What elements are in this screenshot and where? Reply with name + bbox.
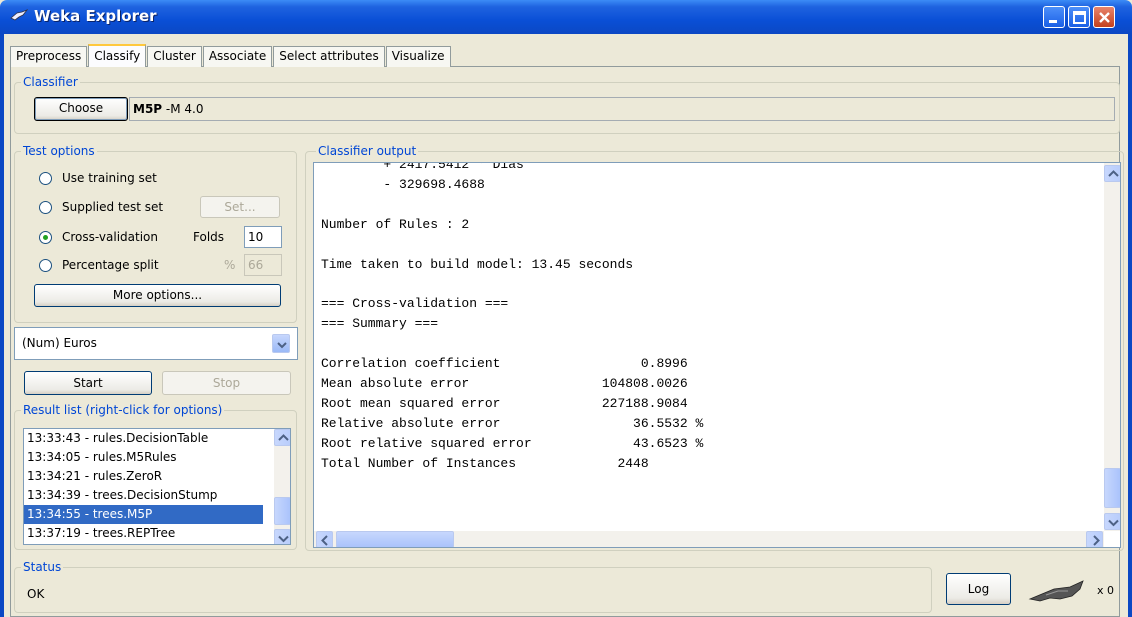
maximize-icon [1073,11,1086,24]
chevron-left-icon [321,535,328,546]
result-list[interactable]: 13:33:43 - rules.DecisionTable 13:34:05 … [23,428,291,545]
scroll-thumb[interactable] [274,497,290,525]
output-text: + 2417.5412 * Dias - 329698.4688 Number … [321,162,704,474]
class-attribute-value: (Num) Euros [22,336,97,350]
use-training-set-label: Use training set [62,171,157,185]
folds-input[interactable]: 10 [244,226,282,248]
percentage-split-label: Percentage split [62,258,159,272]
output-line: Mean absolute error 104808.0026 [321,375,688,391]
output-line: Number of Rules : 2 [321,216,470,232]
weka-bird-icon [10,9,28,21]
test-options-title: Test options [21,144,97,158]
scroll-thumb[interactable] [336,531,454,547]
radio-selected-dot [43,235,48,240]
chevron-up-icon [1108,170,1119,177]
stop-button[interactable]: Stop [162,371,291,395]
choose-button[interactable]: Choose [34,97,128,121]
dropdown-button[interactable] [272,334,290,353]
set-button[interactable]: Set... [200,196,280,218]
output-line: Time taken to build model: 13.45 seconds [321,256,634,272]
output-line: Relative absolute error 36.5532 % [321,415,704,431]
classifier-options: -M 4.0 [165,102,204,116]
chevron-right-icon [1093,535,1100,546]
chevron-down-icon [277,342,287,349]
close-button[interactable] [1093,6,1115,28]
output-line: === Cross-validation === [321,296,509,312]
minimize-button[interactable] [1043,6,1065,28]
tab-select-attributes[interactable]: Select attributes [273,46,385,67]
percent-input[interactable]: 66 [244,254,282,276]
percent-symbol: % [224,258,236,272]
output-line: - 329698.4688 [321,176,485,192]
chevron-down-icon [1108,519,1119,527]
minimize-icon [1049,20,1057,23]
class-attribute-select[interactable]: (Num) Euros [14,327,298,360]
folds-label: Folds [193,230,225,244]
scroll-thumb[interactable] [1104,468,1120,508]
window-title: Weka Explorer [34,7,157,25]
scroll-right-button[interactable] [1086,531,1103,547]
result-item[interactable]: 13:34:21 - rules.ZeroR [24,467,290,486]
tab-preprocess[interactable]: Preprocess [10,46,88,67]
task-count: x 0 [1097,584,1115,597]
start-button[interactable]: Start [24,371,152,395]
classifier-group-title: Classifier [21,75,80,89]
use-training-set-radio[interactable] [39,172,52,185]
output-line: Total Number of Instances 2448 [321,455,649,471]
more-options-button[interactable]: More options... [34,284,281,307]
output-vscrollbar[interactable] [1104,163,1120,531]
maximize-button[interactable] [1068,6,1090,28]
output-hscrollbar[interactable] [314,531,1104,547]
result-list-scrollbar[interactable] [274,429,290,544]
classifier-output-title: Classifier output [316,144,419,158]
tab-bar: Preprocess Classify Cluster Associate Se… [10,44,452,67]
result-list-title: Result list (right-click for options) [21,403,225,417]
output-line: Root mean squared error 227188.9084 [321,395,688,411]
output-line: Root relative squared error 43.6523 % [321,435,704,451]
log-button[interactable]: Log [946,573,1011,605]
result-item[interactable]: 13:37:19 - trees.REPTree [24,524,290,543]
result-item[interactable]: 13:34:39 - trees.DecisionStump [24,486,290,505]
scroll-left-button[interactable] [316,531,333,547]
scroll-down-button[interactable] [1104,513,1120,530]
status-text: OK [27,587,45,601]
status-title: Status [21,560,64,574]
classifier-spec-field[interactable]: M5P -M 4.0 [129,97,1115,121]
status-group: Status [14,560,932,613]
output-line: === Summary === [321,316,439,332]
supplied-test-set-label: Supplied test set [62,200,164,214]
scroll-up-button[interactable] [1104,165,1120,182]
chevron-up-icon [278,434,289,441]
tab-associate[interactable]: Associate [202,46,273,67]
result-item[interactable]: 13:33:43 - rules.DecisionTable [24,429,290,448]
result-item[interactable]: 13:34:05 - rules.M5Rules [24,448,290,467]
scroll-up-button[interactable] [274,429,290,446]
classifier-name: M5P [133,102,163,116]
percentage-split-radio[interactable] [39,259,52,272]
cross-validation-label: Cross-validation [62,230,158,244]
classifier-output-text[interactable]: + 2417.5412 * Dias - 329698.4688 Number … [313,162,1121,548]
chevron-down-icon [278,535,289,543]
cross-validation-radio[interactable] [39,231,52,244]
tab-classify[interactable]: Classify [88,44,147,67]
output-line: Correlation coefficient 0.8996 [321,356,688,372]
output-line: + 2417.5412 * Dias [321,162,524,172]
close-icon [1099,12,1110,23]
weka-bird-icon[interactable] [1028,579,1090,605]
title-bar: Weka Explorer [0,0,1132,34]
result-item-selected[interactable]: 13:34:55 - trees.M5P [24,505,263,524]
tab-visualize[interactable]: Visualize [385,46,451,67]
scroll-down-button[interactable] [274,529,290,544]
tab-cluster[interactable]: Cluster [147,46,202,67]
supplied-test-set-radio[interactable] [39,201,52,214]
